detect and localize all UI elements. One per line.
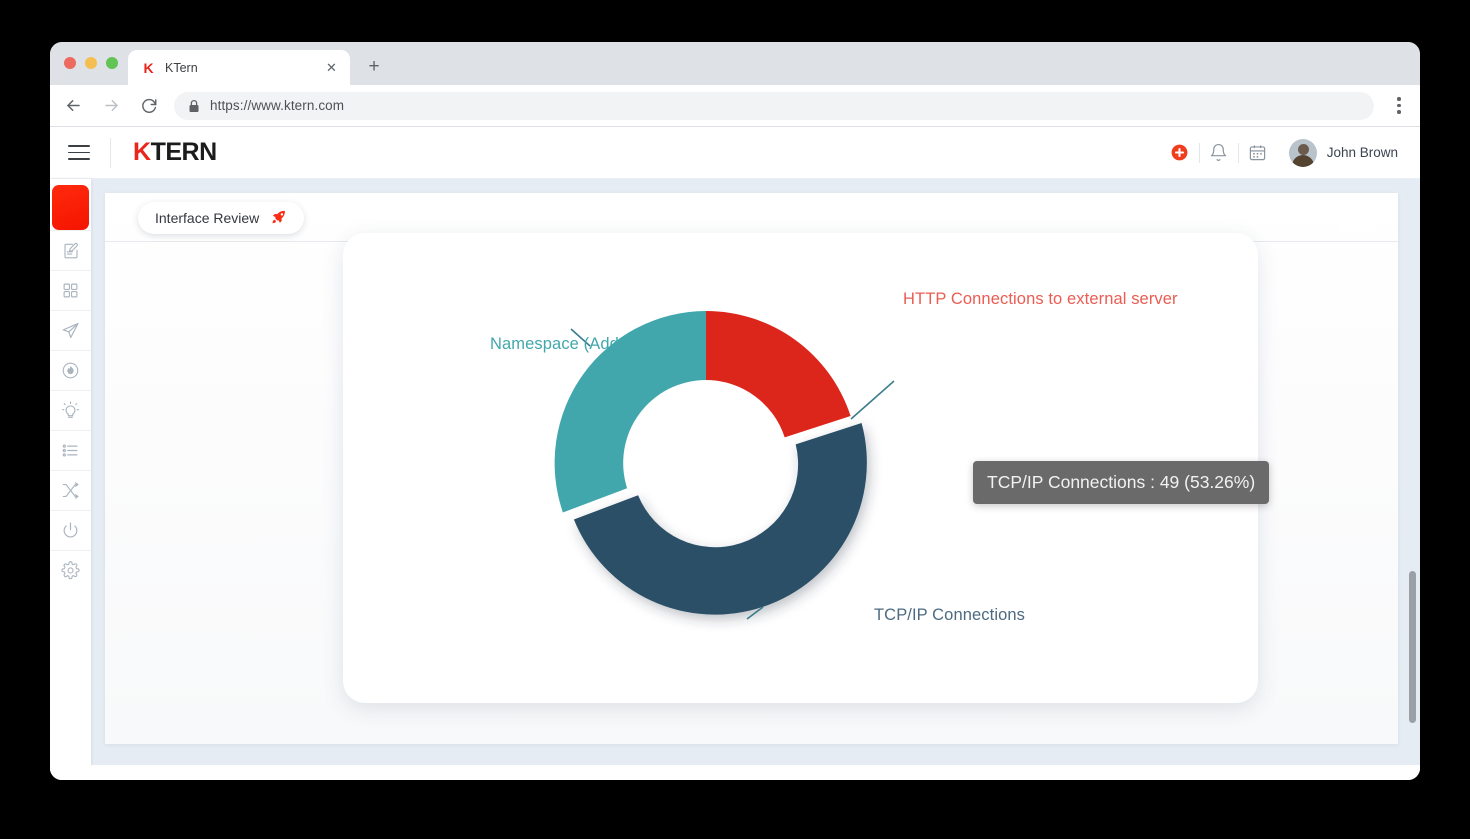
content-area: Interface Review HTTP Connections to ext…: [91, 179, 1420, 780]
interface-review-panel: Interface Review HTTP Connections to ext…: [105, 193, 1398, 744]
shuffle-icon: [61, 481, 80, 500]
sidebar-item-list[interactable]: [50, 430, 91, 470]
panel-header-box: [1340, 197, 1376, 233]
list-bullets-icon: [61, 441, 80, 460]
gear-icon: [61, 561, 80, 580]
sidebar-item-shuffle[interactable]: [50, 470, 91, 510]
sidebar-item-apps[interactable]: [50, 270, 91, 310]
interface-chart-card: HTTP Connections to external server Name…: [343, 233, 1270, 703]
page-body: Interface Review HTTP Connections to ext…: [50, 179, 1420, 780]
sidebar-item-insights[interactable]: [50, 390, 91, 430]
bell-icon[interactable]: [1200, 137, 1238, 169]
close-window-button[interactable]: [64, 57, 76, 69]
new-tab-button[interactable]: +: [362, 56, 386, 80]
chart-tooltip-text: TCP/IP Connections : 49 (53.26%): [987, 472, 1256, 492]
hamburger-menu-icon[interactable]: [68, 145, 90, 160]
ktern-k-icon: K: [143, 59, 154, 76]
browser-tab[interactable]: K KTern ✕: [128, 50, 350, 85]
sidebar-item-send[interactable]: [50, 310, 91, 350]
header-actions: John Brown: [1161, 137, 1398, 169]
reload-button[interactable]: [134, 91, 164, 121]
rocket-icon: [271, 209, 287, 228]
forward-button[interactable]: [96, 91, 126, 121]
back-button[interactable]: [58, 91, 88, 121]
lock-icon: [188, 99, 200, 113]
window-traffic-lights: [64, 57, 118, 69]
url-text: https://www.ktern.com: [210, 98, 345, 113]
sidebar-item-settings[interactable]: [50, 550, 91, 590]
grid-apps-icon: [62, 282, 79, 299]
flame-circle-icon: [61, 361, 80, 380]
app-header: K TERN John Brown: [50, 127, 1420, 179]
power-icon: [61, 521, 80, 540]
vertical-scrollbar[interactable]: [1409, 571, 1416, 723]
sidebar-item-power[interactable]: [50, 510, 91, 550]
donut-label-http: HTTP Connections to external server: [903, 290, 1178, 308]
donut-slice-http: [706, 311, 851, 438]
donut-label-namespace: Namespace (Addon): [490, 335, 644, 353]
avatar-head: [1297, 143, 1309, 155]
left-sidebar: [50, 179, 91, 780]
close-icon[interactable]: ✕: [323, 59, 340, 76]
screen-root: K KTern ✕ + https://www.ktern.com K TERN…: [0, 0, 1470, 839]
donut-label-tcpip: TCP/IP Connections: [874, 606, 1025, 624]
window-bottom-strip: [50, 765, 1420, 780]
chart-tooltip: TCP/IP Connections : 49 (53.26%): [973, 461, 1270, 504]
sidebar-item-dashboard-active[interactable]: [52, 185, 89, 230]
user-name[interactable]: John Brown: [1327, 145, 1398, 160]
add-circle-icon[interactable]: [1161, 137, 1199, 169]
sidebar-item-edit-document[interactable]: [50, 230, 91, 270]
browser-tab-title: KTern: [165, 60, 198, 75]
interface-review-label: Interface Review: [155, 210, 260, 226]
browser-toolbar: https://www.ktern.com: [50, 85, 1420, 127]
edit-document-icon: [62, 242, 80, 260]
calendar-icon[interactable]: [1239, 137, 1277, 169]
browser-window: K KTern ✕ + https://www.ktern.com K TERN…: [50, 42, 1420, 780]
sidebar-item-flame[interactable]: [50, 350, 91, 390]
avatar[interactable]: [1288, 138, 1317, 167]
leader-line-http: [850, 380, 895, 420]
header-divider: [110, 137, 111, 168]
interface-review-pill[interactable]: Interface Review: [138, 202, 305, 234]
kebab-menu-icon[interactable]: [1386, 97, 1412, 114]
minimize-window-button[interactable]: [85, 57, 97, 69]
logo-k-mark: K: [133, 138, 151, 166]
browser-tabstrip: K KTern ✕ +: [50, 42, 1420, 85]
ktern-logo[interactable]: K TERN: [133, 138, 217, 167]
maximize-window-button[interactable]: [106, 57, 118, 69]
lightbulb-icon: [61, 401, 80, 420]
logo-wordmark: TERN: [150, 138, 218, 166]
send-paperplane-icon: [61, 321, 80, 340]
avatar-body: [1291, 154, 1314, 167]
address-bar[interactable]: https://www.ktern.com: [174, 91, 1374, 120]
